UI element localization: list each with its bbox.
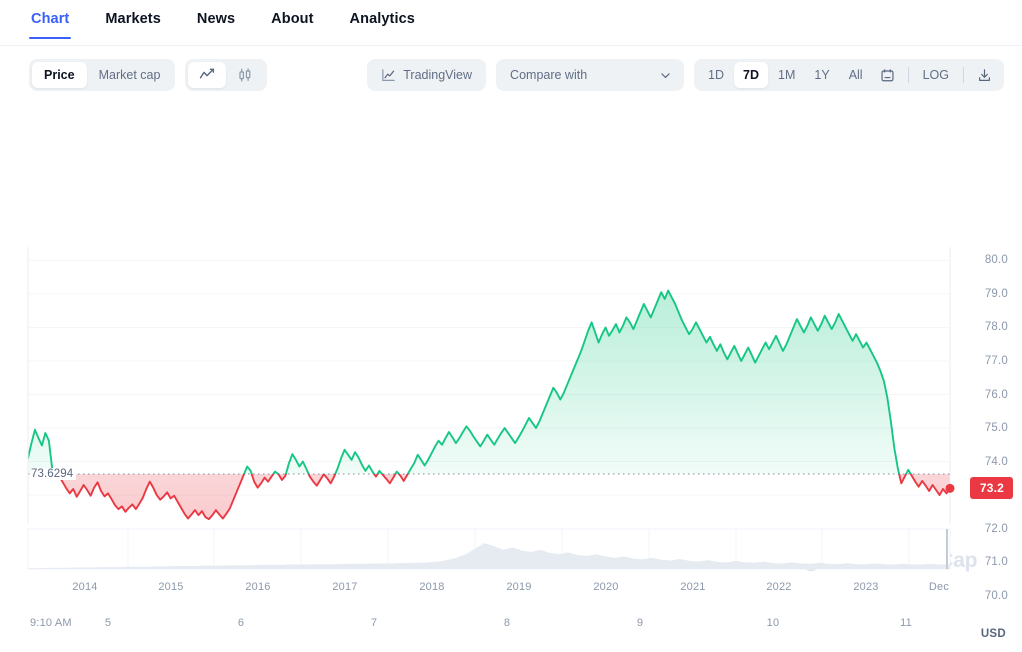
chevron-down-icon (659, 69, 672, 82)
line-chart-icon[interactable] (188, 62, 227, 88)
x-axis-tick-label: 8 (503, 617, 511, 629)
tradingview-chart-icon (381, 68, 396, 83)
x-axis-tick-label: 10 (766, 617, 780, 629)
tab-markets[interactable]: Markets (103, 0, 163, 39)
y-axis-tick-label: 79.0 (984, 287, 1008, 300)
x-axis-tick-label: 5 (104, 617, 112, 629)
navigator-tick-label: 2014 (72, 581, 98, 593)
x-axis-tick-label: 6 (237, 617, 245, 629)
y-axis-tick-label: 75.0 (984, 422, 1008, 434)
toolbar-divider-2 (963, 67, 964, 83)
range-1m-button[interactable]: 1M (769, 62, 804, 88)
navigator-tick-label: 2022 (766, 581, 792, 593)
navigator-tick-label: Dec (928, 581, 950, 593)
navigator-tick-label: 2023 (853, 581, 879, 593)
price-chart[interactable]: CoinMarketCap 80.079.078.077.076.075.074… (0, 104, 1022, 640)
y-axis-tick-label: 78.0 (984, 321, 1008, 334)
range-1y-button[interactable]: 1Y (805, 62, 838, 88)
y-axis-tick-label: 77.0 (984, 355, 1008, 367)
currency-label: USD (980, 628, 1006, 640)
y-axis-tick-label: 74.0 (984, 455, 1008, 468)
range-all-button[interactable]: All (840, 62, 872, 88)
compare-with-dropdown[interactable]: Compare with (496, 59, 685, 91)
toolbar-divider-1 (907, 67, 909, 83)
tradingview-label: TradingView (403, 68, 473, 82)
download-icon[interactable] (969, 62, 999, 88)
price-chart-canvas (27, 247, 955, 524)
navigator-tick-label: 2018 (419, 581, 445, 593)
candlestick-chart-icon[interactable] (226, 62, 264, 88)
x-axis-tick-label: 9 (636, 617, 644, 629)
log-scale-button[interactable]: LOG (914, 62, 958, 88)
chart-range-navigator[interactable]: 2014 2015 2016 2017 2018 2019 2020 2021 2022 2023… (0, 524, 1022, 596)
y-axis-tick-label: 80.0 (984, 254, 1008, 267)
navigator-tick-label: 2020 (593, 581, 619, 593)
chart-toolbar: Price Market cap TradingView Compare wit… (0, 46, 1022, 104)
tab-news[interactable]: News (195, 0, 237, 39)
tab-chart[interactable]: Chart (29, 0, 72, 39)
navigator-tick-label: 2017 (332, 581, 358, 593)
price-area-fills (28, 290, 950, 520)
navigator-tick-label: 2019 (506, 581, 532, 593)
metric-price-button[interactable]: Price (32, 62, 87, 88)
calendar-icon[interactable] (873, 62, 903, 88)
tab-about[interactable]: About (269, 0, 315, 39)
time-range-group: 1D 7D 1M 1Y All LOG (694, 59, 1004, 91)
last-price-badge: 73.2 (969, 477, 1013, 500)
x-axis-tick-label: 11 (900, 617, 912, 629)
chart-type-toggle-group (185, 59, 268, 91)
tab-bar: Chart Markets News About Analytics (0, 0, 1022, 46)
metric-toggle-group: Price Market cap (29, 59, 176, 91)
last-price-marker (945, 483, 955, 493)
metric-marketcap-button[interactable]: Market cap (87, 62, 173, 88)
navigator-tick-label: 2015 (158, 581, 184, 593)
navigator-tick-label: 2016 (245, 581, 271, 593)
compare-with-label: Compare with (510, 68, 588, 82)
x-axis-tick-label: 7 (370, 617, 378, 629)
baseline-price-label: 73.6294 (31, 467, 77, 480)
navigator-canvas[interactable] (0, 524, 1022, 572)
y-axis-tick-label: 76.0 (984, 388, 1008, 401)
tab-analytics[interactable]: Analytics (348, 0, 417, 39)
tradingview-button[interactable]: TradingView (367, 59, 487, 91)
x-axis-tick-label: 9:10 AM (30, 617, 72, 629)
navigator-tick-label: 2021 (680, 581, 706, 593)
range-1d-button[interactable]: 1D (699, 62, 733, 88)
range-7d-button[interactable]: 7D (734, 62, 769, 88)
